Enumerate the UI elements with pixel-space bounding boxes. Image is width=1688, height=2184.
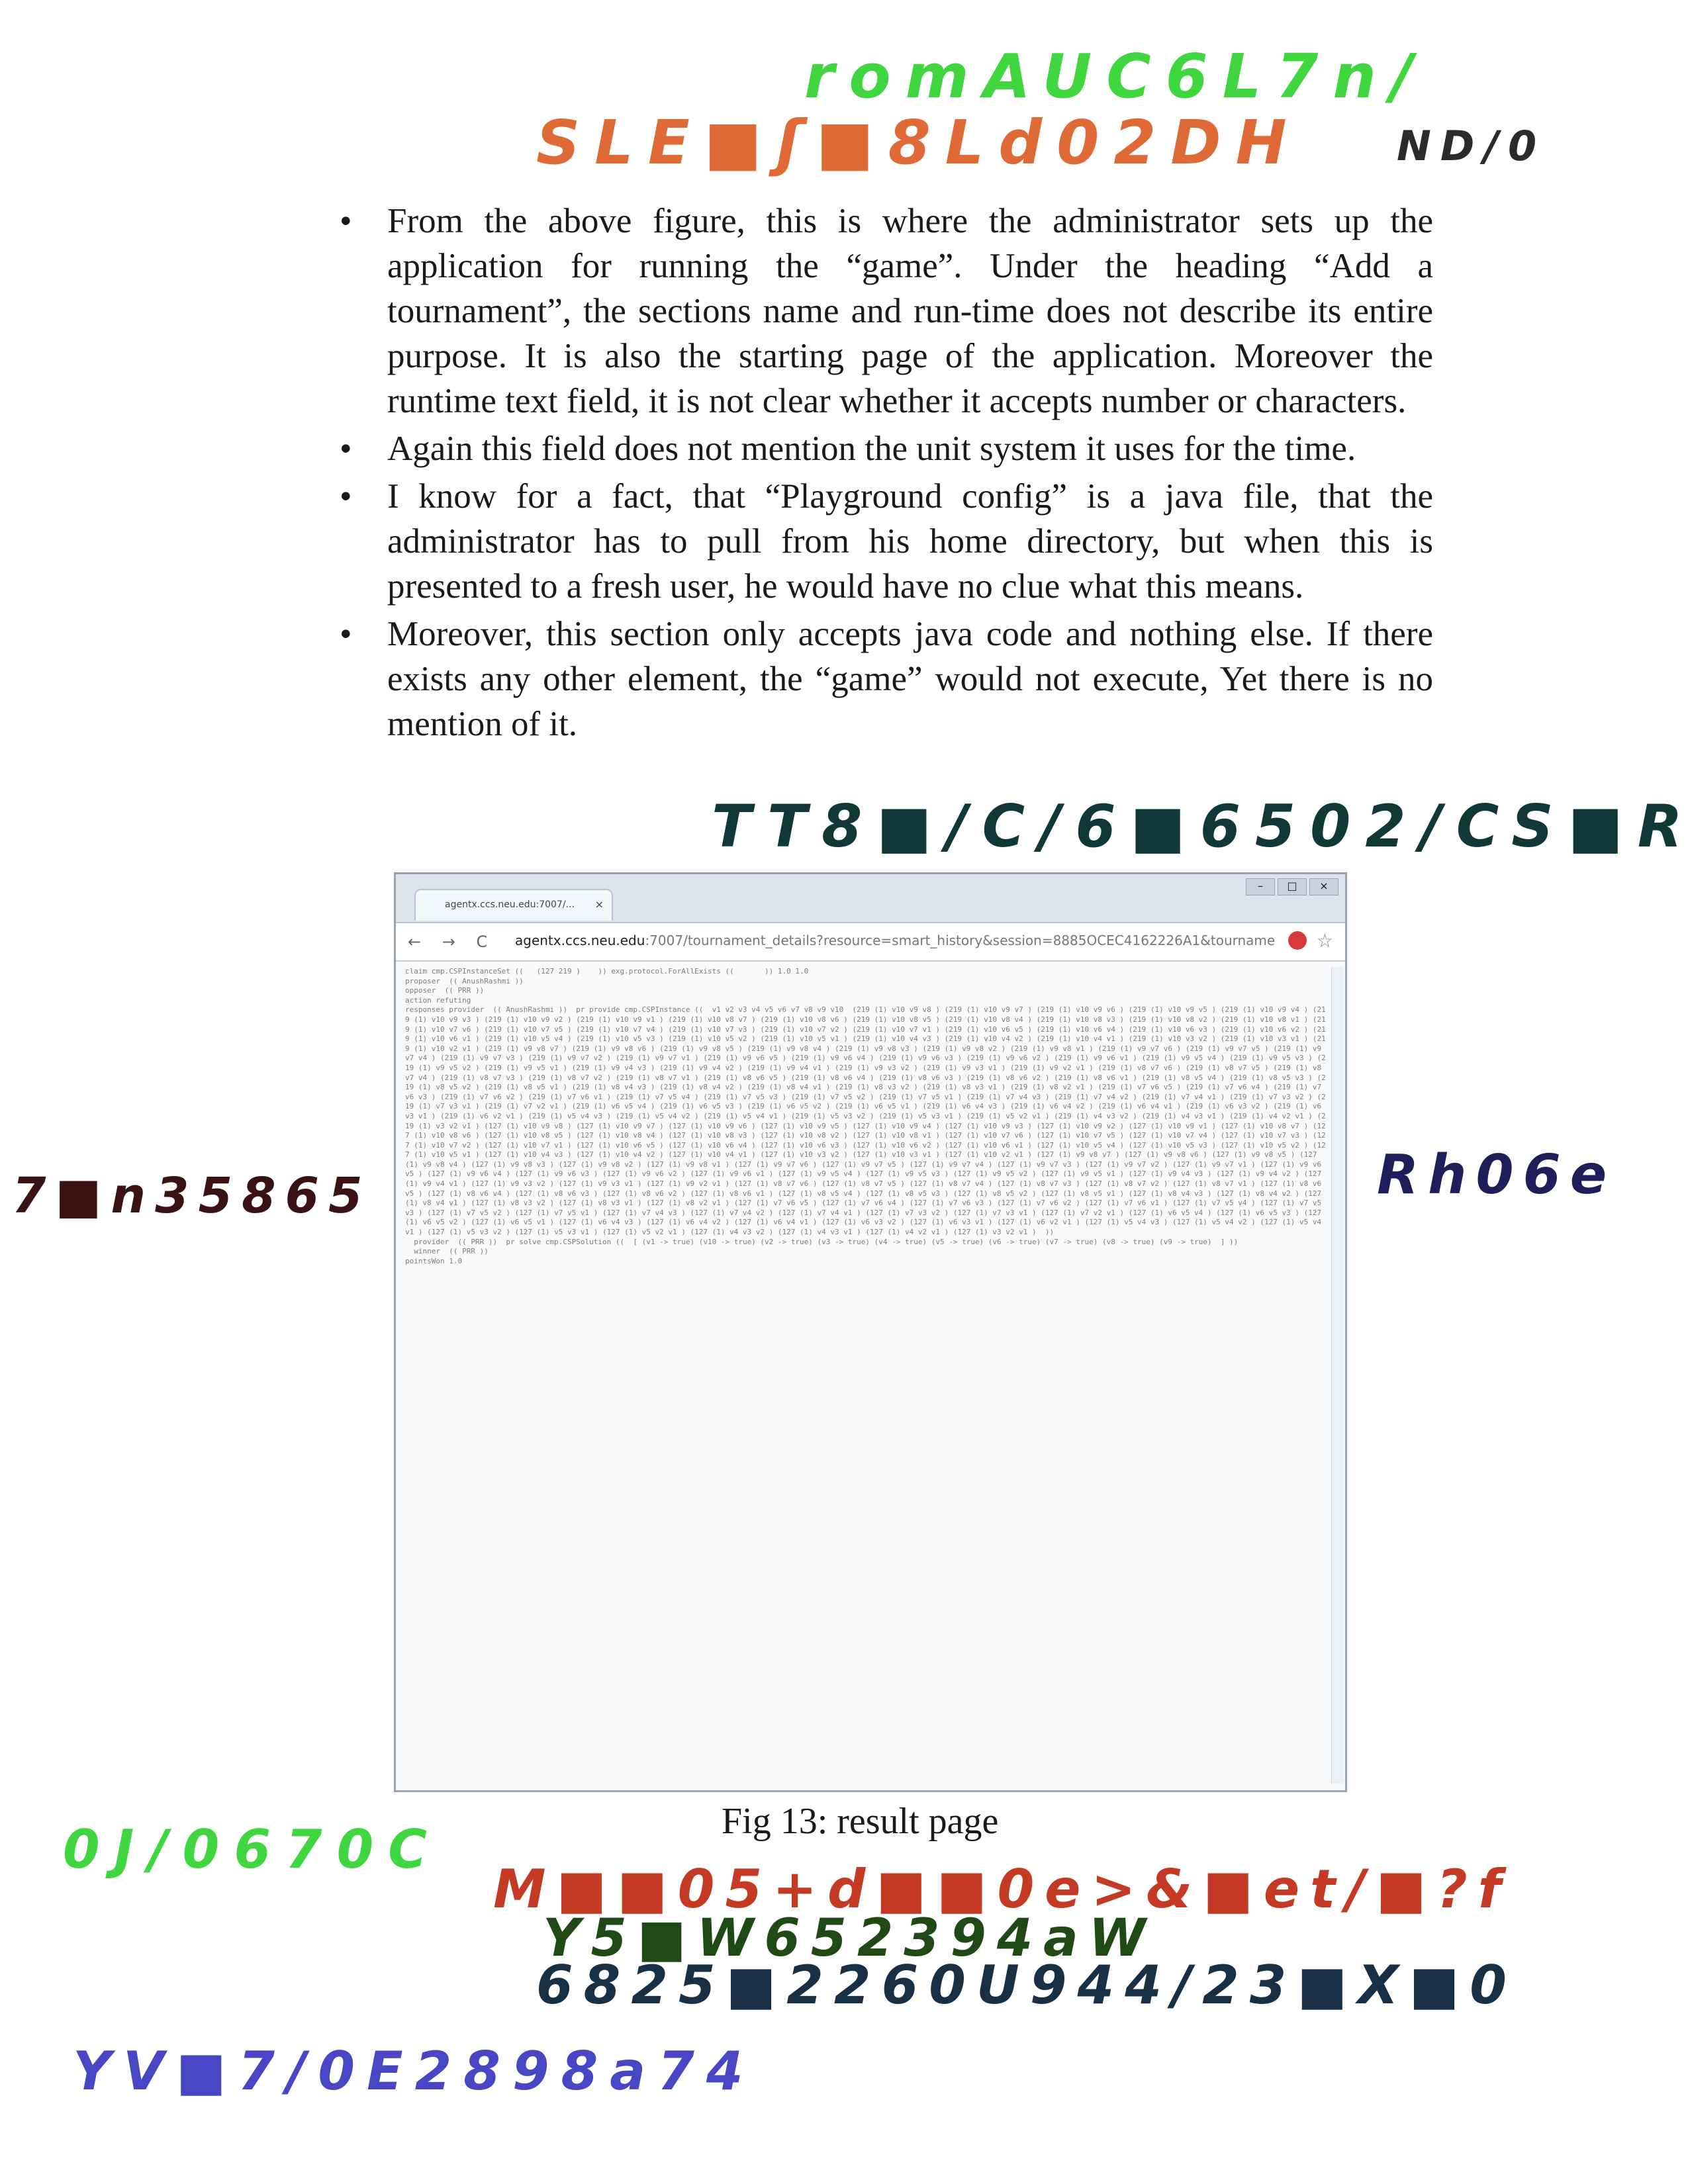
handwriting-left-dark: 7■n35865 — [12, 1167, 372, 1224]
bullet-item: • From the above figure, this is where th… — [334, 199, 1433, 424]
url-field[interactable]: agentx.ccs.neu.edu:7007/tournament_detai… — [515, 933, 1276, 948]
tab-title: agentx.ccs.neu.edu:7007/... — [445, 899, 575, 910]
record-icon[interactable] — [1288, 931, 1307, 950]
handwriting-bottom-navy: 6825■2260U944/23■X■0 — [536, 1954, 1517, 2016]
handwriting-mid-dark: TT8■/C/6■6502/CS■R — [712, 792, 1688, 860]
close-window-button[interactable]: × — [1309, 878, 1338, 895]
close-icon[interactable]: × — [595, 898, 604, 911]
url-path: :7007/tournament_details?resource=smart_… — [645, 933, 1276, 948]
window-controls: – □ × — [1246, 878, 1338, 895]
bullet-symbol: • — [340, 477, 352, 516]
handwriting-right-navy: Rh06e — [1377, 1144, 1617, 1206]
bullet-list: • From the above figure, this is where th… — [334, 199, 1433, 749]
bullet-text: Again this field does not mention the un… — [387, 430, 1356, 468]
maximize-button[interactable]: □ — [1278, 878, 1307, 895]
handwriting-top-right: ND/0 — [1397, 122, 1546, 170]
bullet-item: • Moreover, this section only accepts jav… — [334, 612, 1433, 747]
browser-tab-strip: agentx.ccs.neu.edu:7007/... × – □ × — [396, 874, 1345, 923]
handwriting-top-green: romAUC6L7n/ — [804, 41, 1428, 112]
result-text: claim cmp.CSPInstanceSet (( (127 219 ) )… — [405, 967, 1326, 1265]
browser-screenshot: agentx.ccs.neu.edu:7007/... × – □ × ← → … — [394, 872, 1347, 1792]
handwriting-bottom-red: M■■05+d■■0e>&■et/■?f — [493, 1858, 1512, 1920]
bullet-text: Moreover, this section only accepts java… — [387, 615, 1433, 743]
handwriting-top-orange: SLE■ʃ■8Ld02DH — [536, 107, 1301, 178]
handwriting-bottom-blue: YV■7/0E2898a74 — [73, 2040, 755, 2102]
bullet-text: From the above figure, this is where the… — [387, 202, 1433, 420]
bullet-text: I know for a fact, that “Playground conf… — [387, 477, 1433, 606]
browser-tab[interactable]: agentx.ccs.neu.edu:7007/... × — [414, 889, 613, 921]
scrollbar[interactable] — [1331, 967, 1344, 1784]
address-bar: ← → C agentx.ccs.neu.edu:7007/tournament… — [396, 923, 1345, 962]
bullet-symbol: • — [340, 430, 352, 468]
star-icon[interactable]: ☆ — [1317, 930, 1333, 952]
bullet-item: • I know for a fact, that “Playground con… — [334, 474, 1433, 609]
bullet-item: • Again this field does not mention the u… — [334, 426, 1433, 471]
figure-caption: Fig 13: result page — [722, 1801, 999, 1842]
bullet-symbol: • — [340, 615, 352, 653]
url-host: agentx.ccs.neu.edu — [515, 933, 645, 948]
minimize-button[interactable]: – — [1246, 878, 1275, 895]
bullet-symbol: • — [340, 202, 352, 240]
nav-buttons[interactable]: ← → C — [408, 933, 495, 951]
handwriting-bottom-green: 0J/0670C — [63, 1819, 442, 1880]
